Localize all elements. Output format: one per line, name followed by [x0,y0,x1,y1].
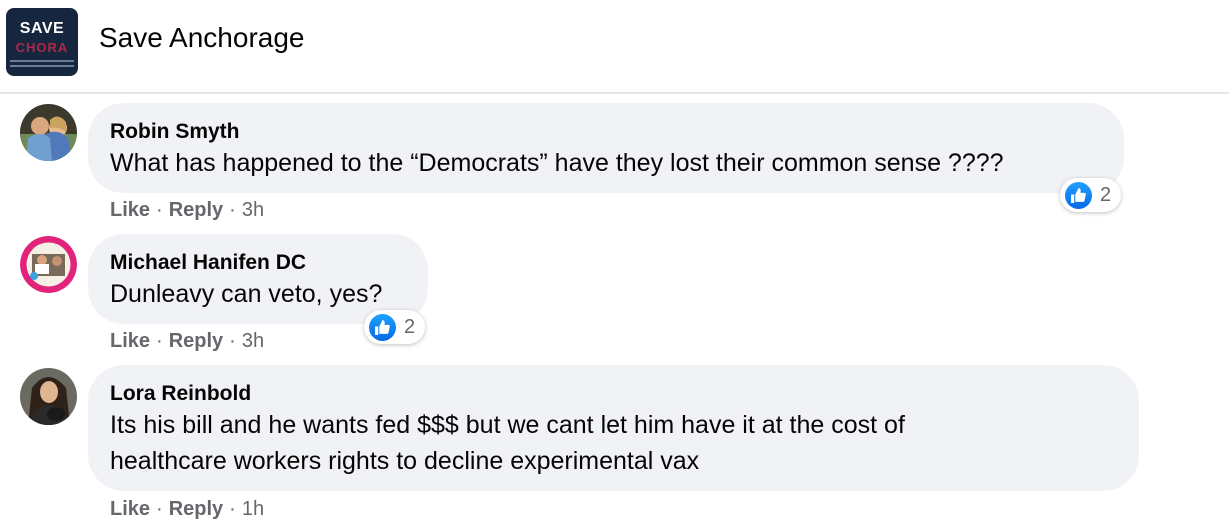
logo-fine-print [10,60,74,62]
comment-text-line: Its his bill and he wants fed $$$ but we… [110,411,905,439]
reply-button[interactable]: Reply [169,330,223,352]
like-button[interactable]: Like [110,199,150,221]
thumbs-up-icon [1065,181,1092,209]
separator: · [229,199,236,221]
avatar-photo [20,236,77,293]
avatar[interactable] [20,104,77,161]
comment-time[interactable]: 3h [242,199,264,221]
reply-button[interactable]: Reply [169,199,223,221]
comment-text: Dunleavy can veto, yes? [110,280,383,308]
reaction-count: 2 [1100,183,1112,206]
comment-bubble: Lora Reinbold Its his bill and he wants … [88,365,1139,491]
avatar[interactable] [20,236,77,293]
separator: · [156,498,163,520]
separator: · [229,498,236,520]
reaction-summary[interactable]: 2 [1060,178,1122,212]
reaction-summary[interactable]: 2 [364,310,426,344]
comment-time[interactable]: 3h [242,330,264,352]
comment-author[interactable]: Lora Reinbold [110,381,1117,407]
reply-button[interactable]: Reply [169,498,223,520]
reaction-count: 2 [404,315,416,338]
avatar[interactable] [20,368,77,425]
like-button[interactable]: Like [110,498,150,520]
comment-bubble: Robin Smyth What has happened to the “De… [88,103,1124,193]
comment-author[interactable]: Michael Hanifen DC [110,250,406,276]
comment-time[interactable]: 1h [242,498,264,520]
separator: · [229,330,236,352]
group-header: SAVE CHORA Save Anchorage [0,0,1229,94]
comment-text-line: healthcare workers rights to decline exp… [110,447,700,475]
logo-fine-print [10,65,74,67]
logo-sub-text: CHORA [15,40,69,55]
comment-author[interactable]: Robin Smyth [110,119,1102,145]
comment-text: What has happened to the “Democrats” hav… [110,149,1004,177]
avatar-photo [20,104,77,161]
separator: · [156,330,163,352]
like-button[interactable]: Like [110,330,150,352]
group-logo[interactable]: SAVE CHORA [6,8,78,76]
avatar-photo [20,368,77,425]
logo-save-text: SAVE [19,20,65,37]
comment-actions: Like · Reply · 3h [110,330,264,353]
thumbs-up-icon [369,313,396,341]
comment-actions: Like · Reply · 1h [110,498,264,521]
separator: · [156,199,163,221]
group-name[interactable]: Save Anchorage [99,22,305,54]
comment-actions: Like · Reply · 3h [110,199,264,222]
